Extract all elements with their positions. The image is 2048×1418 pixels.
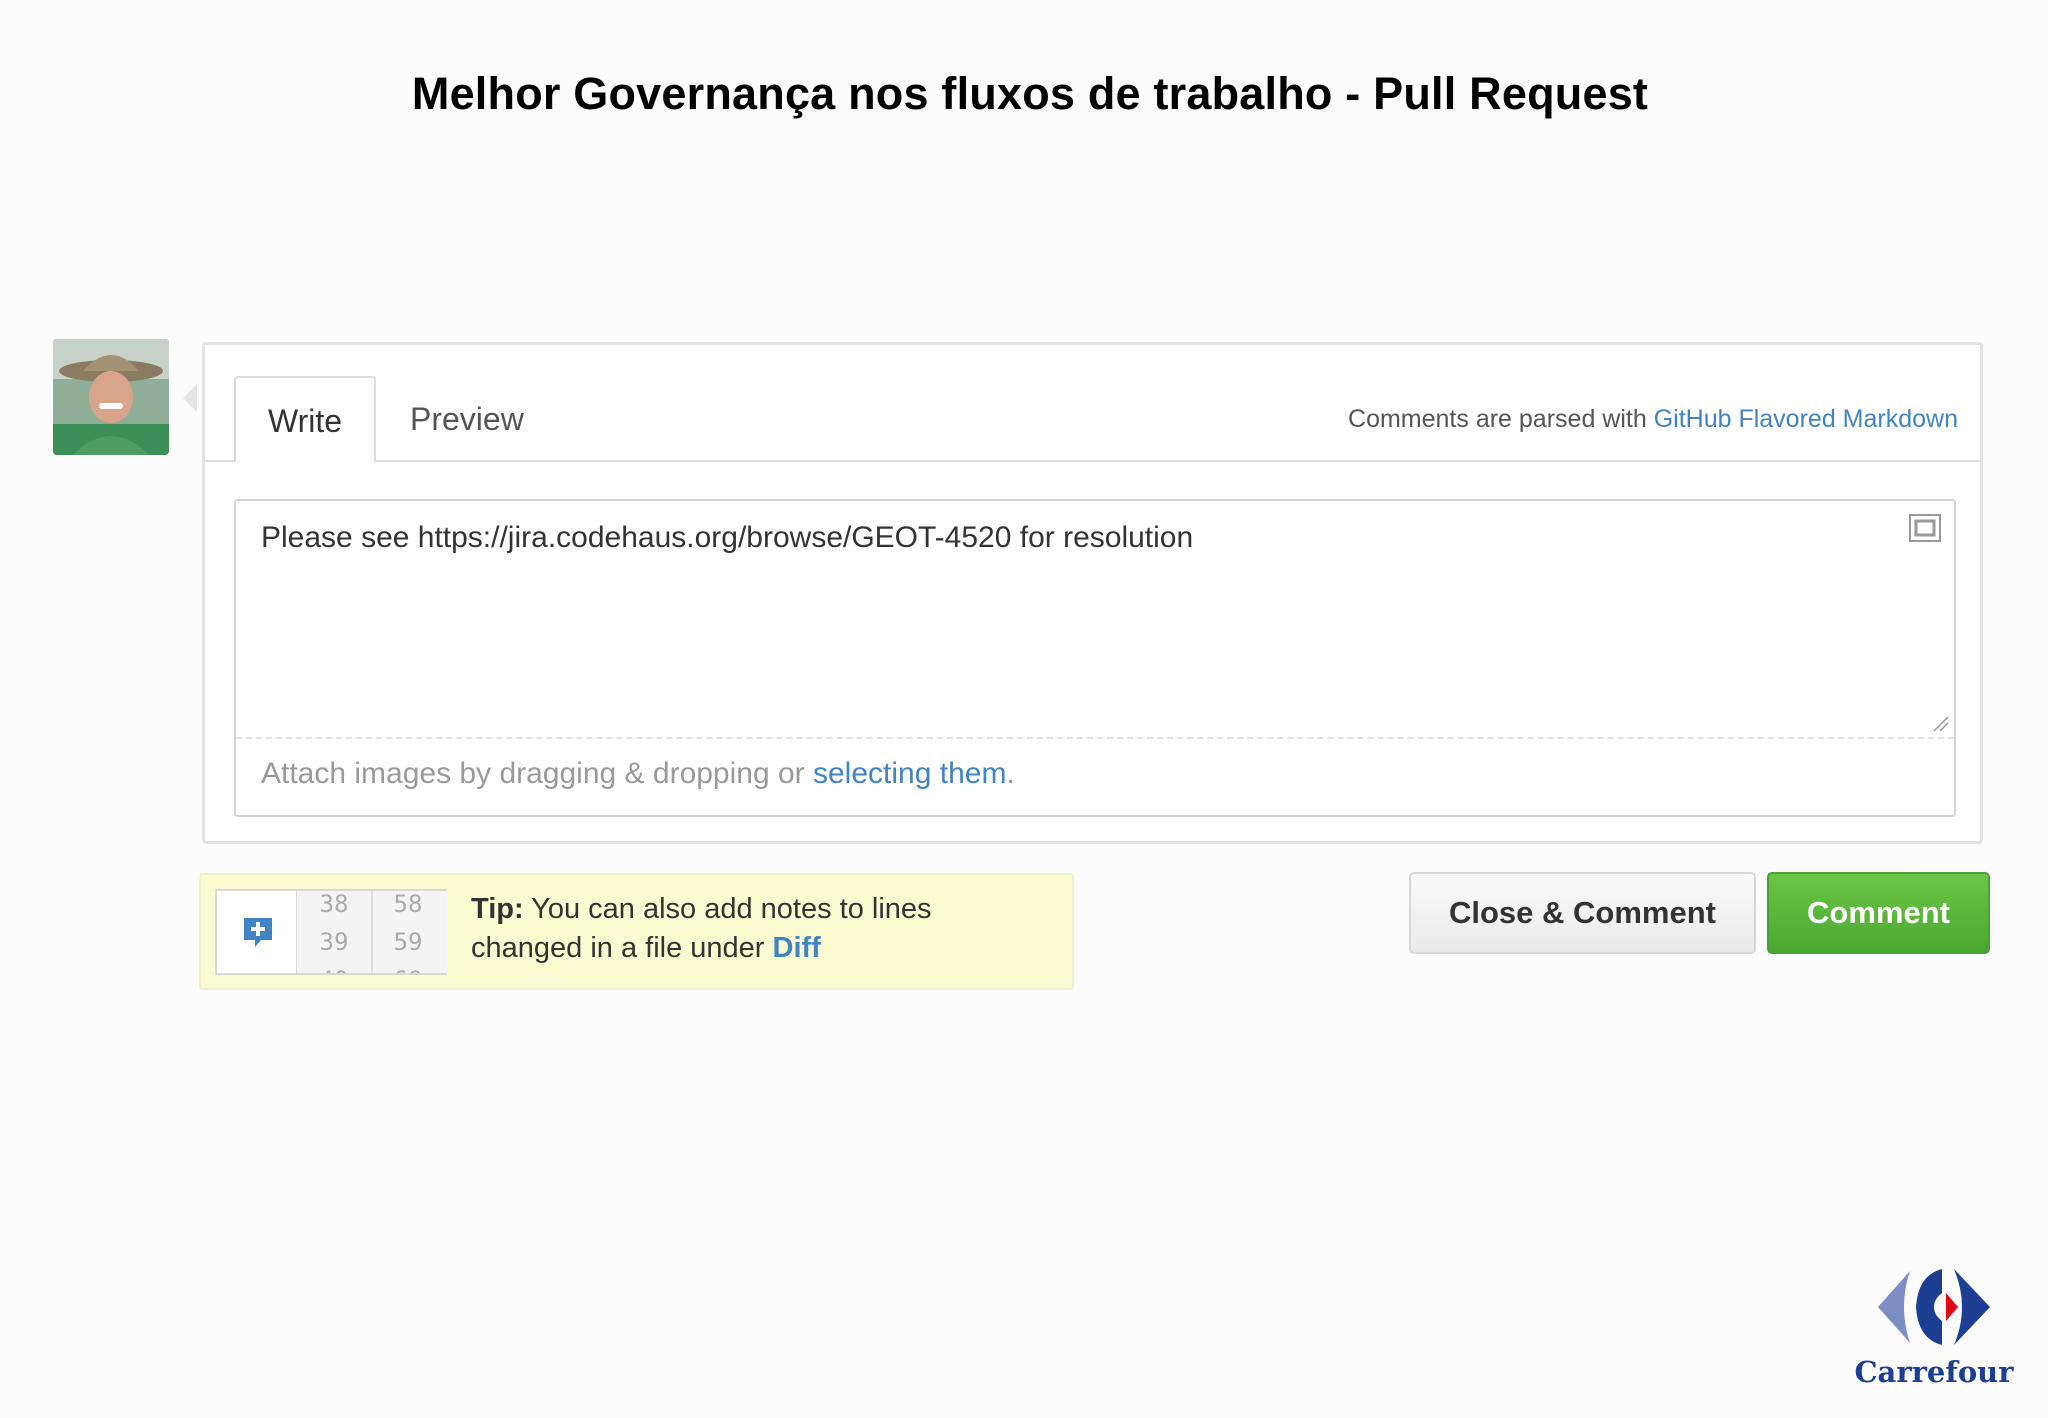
attach-images-text: Attach images by dragging & dropping or <box>261 757 813 790</box>
attach-divider <box>236 737 1954 739</box>
tip-label: Tip: <box>471 893 524 925</box>
comment-textarea[interactable]: Please see https://jira.codehaus.org/bro… <box>234 499 1956 817</box>
diff-line-numbers-left: 38 39 40 <box>297 890 373 973</box>
tip-text: Tip: You can also add notes to lines cha… <box>471 890 932 968</box>
markdown-note: Comments are parsed with GitHub Flavored… <box>1348 405 1958 434</box>
line-number: 38 <box>319 890 349 918</box>
avatar-photo <box>53 339 169 455</box>
tip-box: 38 39 40 58 59 60 Tip: You can also add … <box>199 873 1074 990</box>
fullscreen-icon[interactable] <box>1908 513 1942 543</box>
line-number: 39 <box>319 928 349 956</box>
tip-text-line1: You can also add notes to lines <box>523 893 932 925</box>
attach-images-suffix: . <box>1006 757 1015 790</box>
close-and-comment-button[interactable]: Close & Comment <box>1409 872 1756 954</box>
tab-preview[interactable]: Preview <box>410 376 524 462</box>
attach-images-note: Attach images by dragging & dropping or … <box>261 757 1015 791</box>
tip-icon-box <box>215 889 298 975</box>
line-number: 59 <box>393 928 423 956</box>
add-comment-icon <box>244 918 272 947</box>
carrefour-logo-text: Carrefour <box>1854 1355 2014 1389</box>
user-avatar[interactable] <box>53 339 169 455</box>
carrefour-logo-icon <box>1878 1269 1990 1345</box>
diff-line-numbers: 38 39 40 58 59 60 <box>297 889 447 975</box>
comment-button[interactable]: Comment <box>1767 872 1990 954</box>
avatar-pointer <box>183 384 197 412</box>
tab-write[interactable]: Write <box>234 376 376 462</box>
slide-title: Melhor Governança nos fluxos de trabalho… <box>411 68 1649 119</box>
line-number: 58 <box>393 890 423 918</box>
markdown-note-text: Comments are parsed with <box>1348 405 1654 433</box>
markdown-help-link[interactable]: GitHub Flavored Markdown <box>1654 405 1958 433</box>
select-images-link[interactable]: selecting them <box>813 757 1006 790</box>
diff-line-numbers-right: 58 59 60 <box>371 890 445 973</box>
carrefour-logo: Carrefour <box>1854 1265 2014 1395</box>
comment-form: Write Preview Comments are parsed with G… <box>202 342 1983 844</box>
resize-handle-icon[interactable] <box>1932 715 1950 733</box>
comment-textarea-value[interactable]: Please see https://jira.codehaus.org/bro… <box>261 521 1193 555</box>
diff-link[interactable]: Diff <box>773 932 821 964</box>
line-number: 40 <box>297 961 371 973</box>
tip-text-line2: changed in a file under <box>471 932 773 964</box>
line-number: 60 <box>371 961 445 973</box>
